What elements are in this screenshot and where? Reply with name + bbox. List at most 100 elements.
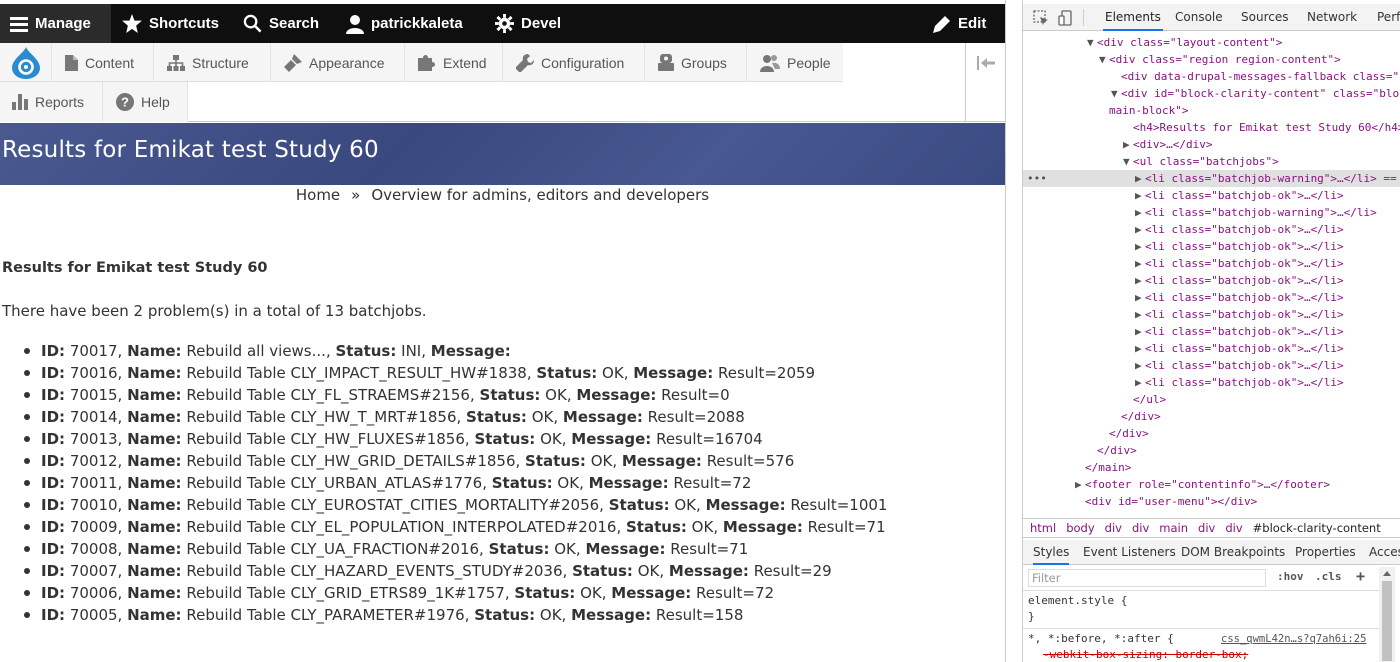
- devtools-splitter[interactable]: [1005, 0, 1021, 662]
- dom-node-line[interactable]: ▼ <ul class="batchjobs">: [1023, 153, 1400, 170]
- dom-node-line[interactable]: ▶ <li class="batchjob-ok">…</li>: [1023, 221, 1400, 238]
- dom-node-line[interactable]: <h4>Results for Emikat test Study 60</h4…: [1023, 119, 1400, 136]
- subtab-accessibility[interactable]: Access: [1369, 540, 1400, 565]
- tray-appearance[interactable]: Appearance: [272, 43, 405, 82]
- tab-network[interactable]: Network: [1305, 4, 1359, 31]
- dom-node-line[interactable]: ▶ <li class="batchjob-warning">…</li> == …: [1023, 170, 1400, 187]
- dom-breadcrumb-item[interactable]: #block-clarity-content: [1253, 521, 1381, 535]
- tab-performance[interactable]: Perfo: [1375, 4, 1400, 31]
- dom-breadcrumb-item[interactable]: div: [1132, 521, 1149, 535]
- dom-node-toggle[interactable]: ▶: [1075, 476, 1085, 493]
- dom-node-line[interactable]: <div data-drupal-messages-fallback class…: [1023, 68, 1400, 85]
- tab-console[interactable]: Console: [1173, 4, 1225, 31]
- dom-node-line[interactable]: ▼ <div class="region region-content">: [1023, 51, 1400, 68]
- tray-groups[interactable]: Groups: [646, 43, 747, 82]
- styles-scrollbar-thumb[interactable]: [1382, 581, 1392, 661]
- tray-configuration[interactable]: Configuration: [504, 43, 645, 82]
- dom-node-toggle[interactable]: ▼: [1123, 153, 1133, 170]
- dom-node-line[interactable]: ▶ <li class="batchjob-ok">…</li>: [1023, 187, 1400, 204]
- inspect-element-icon[interactable]: [1033, 10, 1049, 26]
- new-style-rule-button[interactable]: +: [1356, 567, 1365, 585]
- dom-node-toggle[interactable]: ▶: [1135, 357, 1145, 374]
- tray-orientation-toggle[interactable]: [965, 43, 1005, 122]
- dom-node-line[interactable]: ▶ <li class="batchjob-ok">…</li>: [1023, 272, 1400, 289]
- node-actions-icon[interactable]: •••: [1027, 170, 1047, 187]
- dom-node-line[interactable]: ▶ <li class="batchjob-ok">…</li>: [1023, 255, 1400, 272]
- styles-filter-input[interactable]: Filter: [1028, 569, 1266, 587]
- dom-node-toggle[interactable]: ▶: [1135, 255, 1145, 272]
- dom-node-toggle[interactable]: ▶: [1135, 374, 1145, 391]
- tab-sources[interactable]: Sources: [1239, 4, 1290, 31]
- tray-people[interactable]: People: [748, 43, 843, 82]
- dom-node-line[interactable]: </div>: [1023, 408, 1400, 425]
- dom-node-toggle[interactable]: ▼: [1099, 51, 1109, 68]
- style-rule-selector[interactable]: element.style {: [1028, 593, 1127, 609]
- toolbar-shortcuts[interactable]: Shortcuts: [112, 4, 229, 43]
- subtab-styles[interactable]: Styles: [1033, 540, 1070, 565]
- dom-node-line[interactable]: ▶ <li class="batchjob-ok">…</li>: [1023, 289, 1400, 306]
- tray-help[interactable]: ? Help: [104, 82, 188, 121]
- dom-breadcrumb-item[interactable]: div: [1225, 521, 1242, 535]
- toolbar-devel[interactable]: Devel: [485, 4, 571, 43]
- dom-node-line[interactable]: ▶ <li class="batchjob-ok">…</li>: [1023, 340, 1400, 357]
- dom-node-line[interactable]: ▶ <li class="batchjob-ok">…</li>: [1023, 374, 1400, 391]
- tray-structure[interactable]: Structure: [155, 43, 271, 82]
- style-declaration-overridden[interactable]: -webkit-box-sizing: border-box;: [1043, 647, 1248, 662]
- dom-breadcrumb-item[interactable]: body: [1066, 521, 1094, 535]
- cls-toggle[interactable]: .cls: [1315, 570, 1342, 583]
- dom-node-line[interactable]: </main>: [1023, 459, 1400, 476]
- dom-node-toggle[interactable]: ▶: [1135, 170, 1145, 187]
- dom-node-line[interactable]: ▶ <li class="batchjob-warning">…</li>: [1023, 204, 1400, 221]
- tab-elements[interactable]: Elements: [1103, 4, 1163, 31]
- dom-node-line[interactable]: ▶ <footer role="contentinfo">…</footer>: [1023, 476, 1400, 493]
- dom-breadcrumb-item[interactable]: div: [1105, 521, 1122, 535]
- dom-node-toggle[interactable]: ▼: [1111, 85, 1121, 102]
- dom-breadcrumb-item[interactable]: div: [1198, 521, 1215, 535]
- dom-node-line[interactable]: <div id="user-menu"></div>: [1023, 493, 1400, 510]
- style-source-link[interactable]: css_qwmL42n…s?q7ah6i:25: [1221, 631, 1366, 647]
- dom-node-toggle[interactable]: ▶: [1135, 340, 1145, 357]
- dom-node-toggle[interactable]: ▶: [1135, 221, 1145, 238]
- dom-node-line[interactable]: ▶ <li class="batchjob-ok">…</li>: [1023, 306, 1400, 323]
- hov-toggle[interactable]: :hov: [1277, 570, 1304, 583]
- dom-node-line[interactable]: ▶ <li class="batchjob-ok">…</li>: [1023, 238, 1400, 255]
- dom-node-toggle[interactable]: ▶: [1135, 238, 1145, 255]
- dom-node-toggle[interactable]: ▶: [1135, 289, 1145, 306]
- scroll-up-arrow-icon[interactable]: [1379, 569, 1395, 579]
- dom-node-line[interactable]: ▶ <li class="batchjob-ok">…</li>: [1023, 323, 1400, 340]
- dom-node-line[interactable]: main-block">: [1023, 102, 1400, 119]
- dom-breadcrumb-item[interactable]: html: [1030, 521, 1056, 535]
- dom-tree[interactable]: ▼ <div class="layout-content"> ▼ <div class…: [1023, 32, 1400, 518]
- dom-node-line[interactable]: </ul>: [1023, 391, 1400, 408]
- dom-node-toggle[interactable]: ▶: [1135, 187, 1145, 204]
- style-rule-selector-universal[interactable]: *, *:before, *:after {: [1028, 631, 1174, 647]
- dom-node-toggle[interactable]: ▶: [1135, 306, 1145, 323]
- dom-node-toggle[interactable]: ▶: [1135, 272, 1145, 289]
- breadcrumb-home[interactable]: Home: [296, 186, 340, 204]
- tray-content[interactable]: Content: [53, 43, 154, 82]
- styles-scrollbar[interactable]: [1379, 567, 1395, 662]
- dom-node-toggle[interactable]: ▶: [1123, 136, 1133, 153]
- dom-node-line[interactable]: ▼ <div id="block-clarity-content" class="…: [1023, 85, 1400, 102]
- toolbar-search[interactable]: Search: [233, 4, 329, 43]
- subtab-properties[interactable]: Properties: [1295, 540, 1356, 565]
- breadcrumb-overview[interactable]: Overview for admins, editors and develop…: [371, 186, 709, 204]
- dom-node-line[interactable]: ▶ <li class="batchjob-ok">…</li>: [1023, 357, 1400, 374]
- dom-node-line[interactable]: </div>: [1023, 442, 1400, 459]
- tray-extend[interactable]: Extend: [406, 43, 503, 82]
- subtab-event-listeners[interactable]: Event Listeners: [1083, 540, 1176, 565]
- dom-node-line[interactable]: ▶ <div>…</div>: [1023, 136, 1400, 153]
- tray-reports[interactable]: Reports: [0, 82, 103, 121]
- device-toolbar-icon[interactable]: [1058, 10, 1074, 26]
- dom-node-line[interactable]: ▼ <div class="layout-content">: [1023, 34, 1400, 51]
- dom-node-toggle[interactable]: ▶: [1135, 204, 1145, 221]
- toolbar-manage[interactable]: Manage: [0, 4, 111, 43]
- toolbar-edit[interactable]: Edit: [923, 4, 996, 43]
- toolbar-user[interactable]: patrickkaleta: [336, 4, 473, 43]
- subtab-dom-breakpoints[interactable]: DOM Breakpoints: [1181, 540, 1285, 565]
- dom-node-toggle[interactable]: ▼: [1087, 34, 1097, 51]
- dom-breadcrumb-item[interactable]: main: [1159, 521, 1188, 535]
- dom-node-toggle[interactable]: ▶: [1135, 323, 1145, 340]
- dom-node-line[interactable]: </div>: [1023, 425, 1400, 442]
- drupal-logo[interactable]: [0, 43, 52, 82]
